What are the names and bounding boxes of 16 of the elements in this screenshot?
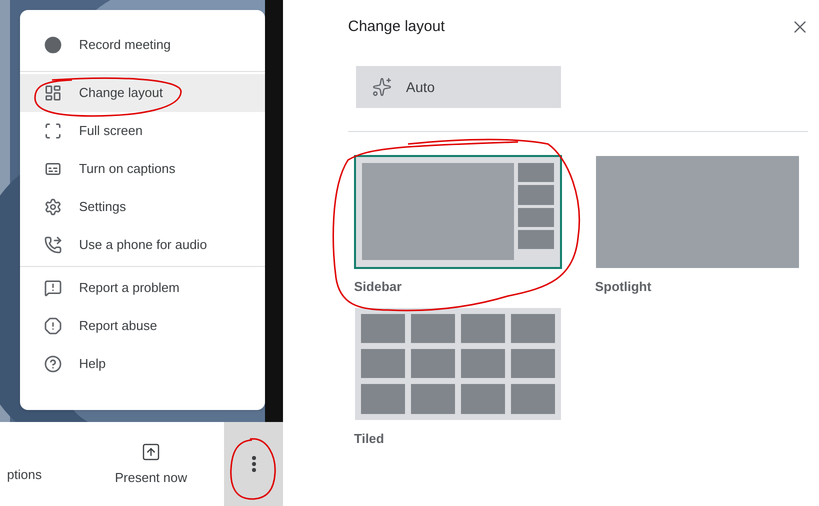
menu-item[interactable]: Record meeting — [20, 26, 265, 64]
menu-item[interactable]: Help — [20, 345, 265, 383]
menu-item[interactable]: Use a phone for audio — [20, 226, 265, 264]
auto-layout-button[interactable]: Auto — [356, 66, 561, 108]
menu-item[interactable]: Change layout — [20, 74, 265, 112]
dialog-title: Change layout — [348, 16, 445, 37]
layout-label: Sidebar — [354, 278, 403, 296]
menu-item[interactable]: Report abuse — [20, 307, 265, 345]
layout-label: Spotlight — [595, 278, 652, 296]
captions-label[interactable]: ptions — [0, 464, 108, 506]
present-now-button[interactable]: Present now — [108, 422, 194, 506]
layout-label: Tiled — [354, 430, 386, 448]
menu-item[interactable]: Turn on captions — [20, 150, 265, 188]
menu-item[interactable]: Settings — [20, 188, 265, 226]
menu-item[interactable]: Full screen — [20, 112, 265, 150]
menu-item[interactable]: Report a problem — [20, 269, 265, 307]
